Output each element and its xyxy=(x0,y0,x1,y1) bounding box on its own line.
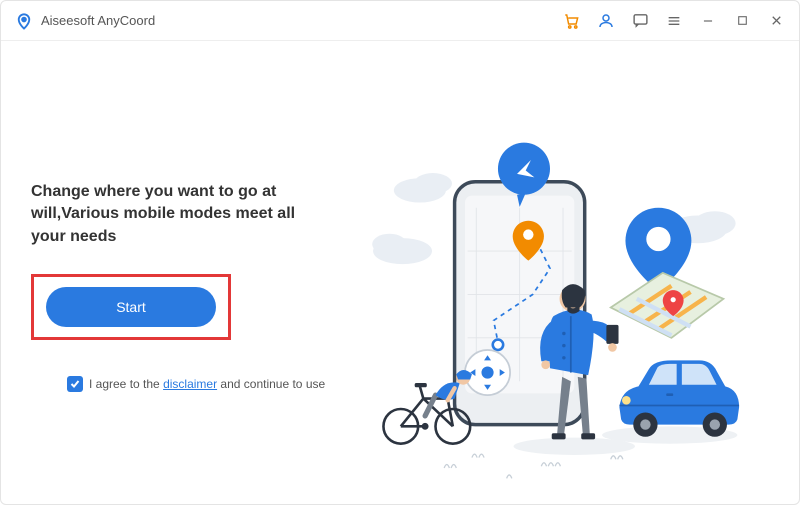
minimize-icon[interactable] xyxy=(699,12,717,30)
speech-icon[interactable] xyxy=(631,12,649,30)
titlebar-right xyxy=(563,12,785,30)
agree-prefix: I agree to the xyxy=(89,377,163,391)
agree-suffix: and continue to use xyxy=(217,377,325,391)
app-title: Aiseesoft AnyCoord xyxy=(41,13,155,28)
titlebar-left: Aiseesoft AnyCoord xyxy=(15,10,155,32)
start-button[interactable]: Start xyxy=(46,287,216,327)
agree-row: I agree to the disclaimer and continue t… xyxy=(67,376,331,392)
highlight-box: Start xyxy=(31,274,231,340)
user-icon[interactable] xyxy=(597,12,615,30)
hamburger-icon[interactable] xyxy=(665,12,683,30)
disclaimer-link[interactable]: disclaimer xyxy=(163,377,217,391)
content: Change where you want to go at will,Vari… xyxy=(1,41,799,504)
left-pane: Change where you want to go at will,Vari… xyxy=(31,121,331,494)
illustration-area xyxy=(331,121,769,494)
headline: Change where you want to go at will,Vari… xyxy=(31,181,331,248)
agree-text: I agree to the disclaimer and continue t… xyxy=(89,377,325,391)
maximize-icon[interactable] xyxy=(733,12,751,30)
titlebar: Aiseesoft AnyCoord xyxy=(1,1,799,41)
close-icon[interactable] xyxy=(767,12,785,30)
hero-illustration xyxy=(331,121,769,494)
agree-checkbox[interactable] xyxy=(67,376,83,392)
cart-icon[interactable] xyxy=(563,12,581,30)
app-logo-icon xyxy=(15,10,33,32)
